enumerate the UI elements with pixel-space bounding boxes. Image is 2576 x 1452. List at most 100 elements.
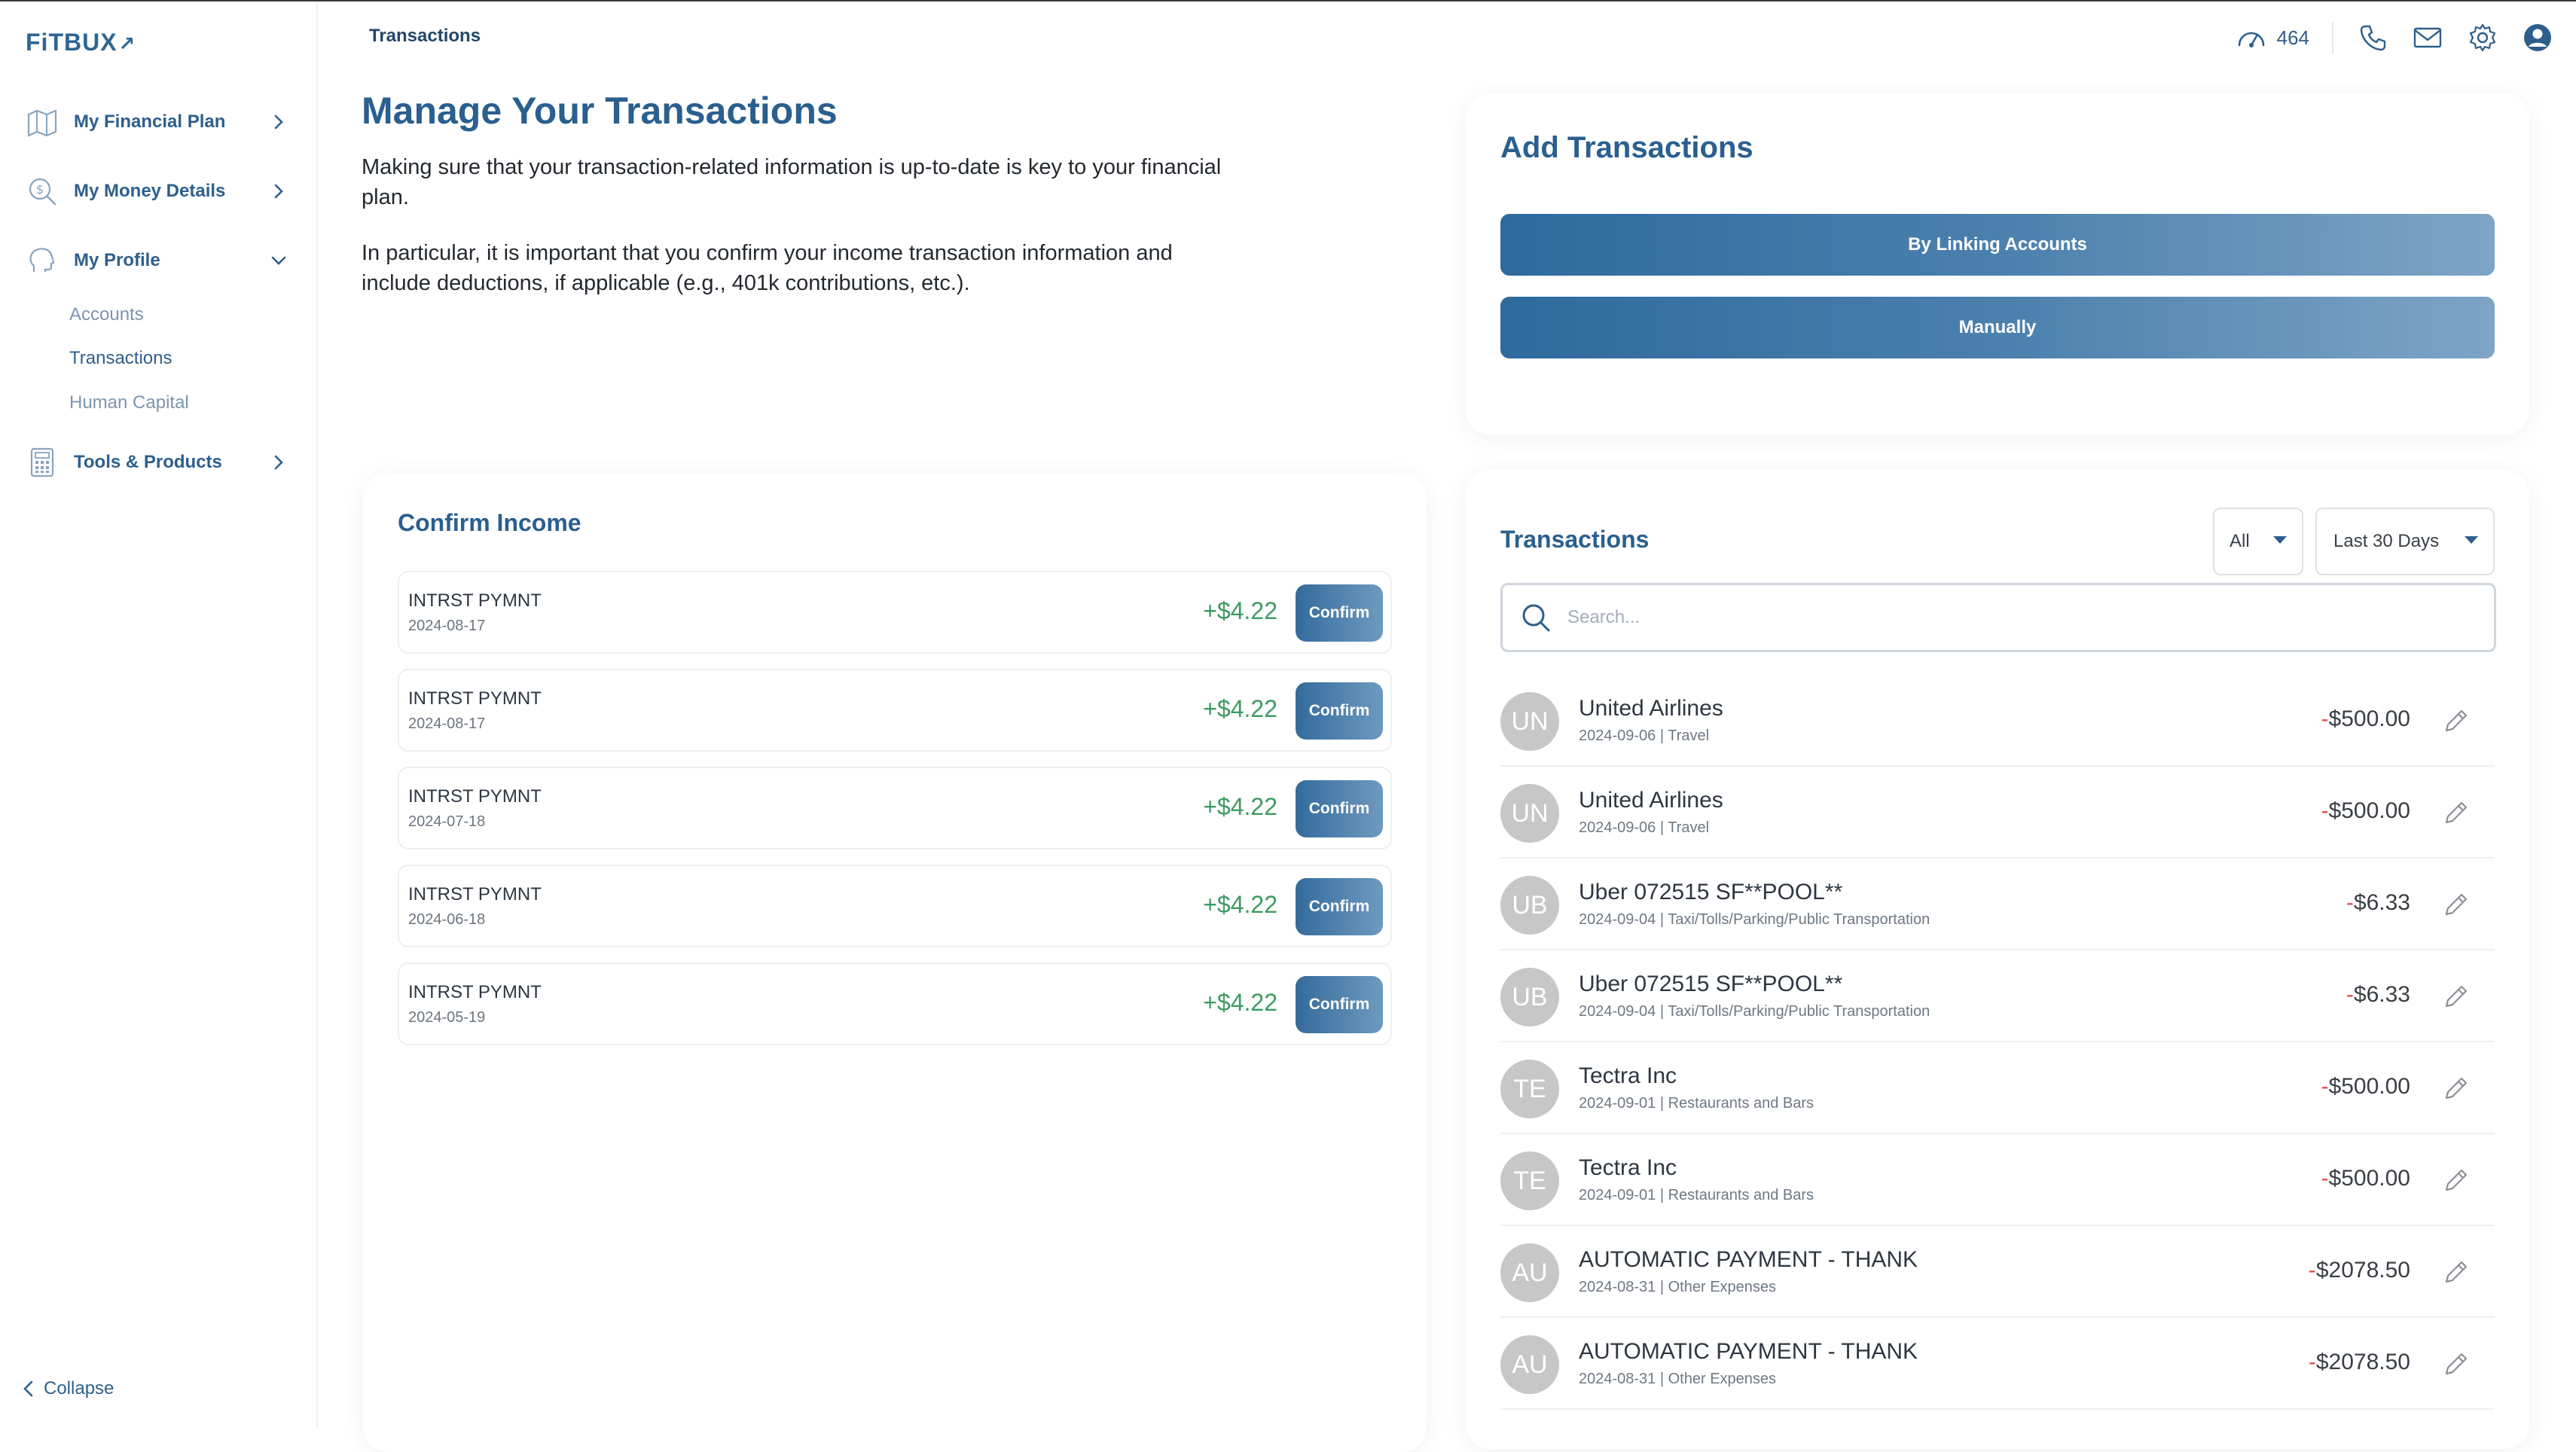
type-filter-select[interactable]: All xyxy=(2213,508,2303,575)
income-row: INTRST PYMNT 2024-08-17 +$4.22 Confirm xyxy=(398,669,1392,752)
transaction-row[interactable]: AU AUTOMATIC PAYMENT - THANK 2024-08-31 … xyxy=(1500,1316,2495,1410)
amount-value: $500.00 xyxy=(2328,1074,2410,1099)
intro-paragraph-2: In particular, it is important that you … xyxy=(362,241,1173,295)
amount-value: $6.33 xyxy=(2353,890,2410,915)
income-name: INTRST PYMNT xyxy=(408,982,542,1002)
chevron-left-icon xyxy=(23,1380,33,1397)
header-divider xyxy=(2332,22,2333,53)
pencil-edit-icon[interactable] xyxy=(2440,1348,2472,1380)
amount-sign: - xyxy=(2321,706,2329,731)
add-transactions-title: Add Transactions xyxy=(1500,131,1753,164)
fitbux-logo[interactable]: FiTBUX↗ xyxy=(26,29,136,56)
transaction-amount: -$500.00 xyxy=(2321,1074,2410,1100)
income-row: INTRST PYMNT 2024-08-17 +$4.22 Confirm xyxy=(398,571,1392,654)
pencil-edit-icon[interactable] xyxy=(2440,889,2472,920)
sidebar-item-money-details[interactable]: $ My Money Details xyxy=(26,169,304,214)
sidebar-item-label: My Financial Plan xyxy=(74,111,226,132)
income-amount: +$4.22 xyxy=(1203,793,1277,820)
transaction-name: Tectra Inc xyxy=(1579,1063,1677,1088)
sidebar-subitem-transactions[interactable]: Transactions xyxy=(69,348,172,369)
transactions-title: Transactions xyxy=(1500,526,1650,553)
confirm-button[interactable]: Confirm xyxy=(1296,878,1383,935)
confirm-button[interactable]: Confirm xyxy=(1296,780,1383,837)
chevron-right-icon xyxy=(274,455,283,470)
phone-icon[interactable] xyxy=(2356,21,2389,54)
speedometer-icon xyxy=(2238,32,2264,47)
income-name: INTRST PYMNT xyxy=(408,884,542,904)
pencil-edit-icon[interactable] xyxy=(2440,981,2472,1012)
transaction-row[interactable]: AU AUTOMATIC PAYMENT - THANK 2024-08-31 … xyxy=(1500,1225,2495,1318)
pencil-edit-icon[interactable] xyxy=(2440,797,2472,828)
merchant-avatar: UB xyxy=(1500,876,1559,935)
transaction-row[interactable]: TE Tectra Inc 2024-09-01 | Restaurants a… xyxy=(1500,1041,2495,1134)
calculator-icon xyxy=(26,446,59,479)
date-range-select[interactable]: Last 30 Days xyxy=(2315,508,2495,575)
mail-icon[interactable] xyxy=(2411,21,2444,54)
transaction-name: AUTOMATIC PAYMENT - THANK xyxy=(1579,1247,1918,1272)
sidebar-item-label: Tools & Products xyxy=(74,452,222,472)
window-top-border xyxy=(0,0,2576,2)
transaction-name: United Airlines xyxy=(1579,696,1723,721)
collapse-sidebar-button[interactable]: Collapse xyxy=(21,1378,114,1399)
transaction-amount: -$500.00 xyxy=(2321,798,2410,824)
merchant-avatar: TE xyxy=(1500,1152,1559,1210)
income-row: INTRST PYMNT 2024-07-18 +$4.22 Confirm xyxy=(398,767,1392,850)
income-amount: +$4.22 xyxy=(1203,695,1277,722)
amount-value: $500.00 xyxy=(2328,798,2410,823)
income-amount: +$4.22 xyxy=(1203,597,1277,624)
sidebar-item-my-profile[interactable]: My Profile xyxy=(26,238,304,283)
transaction-meta: 2024-08-31 | Other Expenses xyxy=(1579,1371,1777,1387)
pencil-edit-icon[interactable] xyxy=(2440,1072,2472,1104)
header-actions: 464 xyxy=(2236,17,2576,59)
transaction-row[interactable]: TE Tectra Inc 2024-09-01 | Restaurants a… xyxy=(1500,1133,2495,1226)
merchant-avatar: AU xyxy=(1500,1243,1559,1302)
transaction-row[interactable]: UB Uber 072515 SF**POOL** 2024-09-04 | T… xyxy=(1500,949,2495,1042)
pencil-edit-icon[interactable] xyxy=(2440,705,2472,737)
fitbux-score[interactable]: 464 xyxy=(2236,26,2309,50)
search-icon xyxy=(1522,604,1550,632)
link-accounts-button[interactable]: By Linking Accounts xyxy=(1500,214,2495,276)
merchant-avatar: UN xyxy=(1500,692,1559,751)
confirm-income-title: Confirm Income xyxy=(398,509,581,536)
transaction-meta: 2024-08-31 | Other Expenses xyxy=(1579,1279,1777,1295)
transaction-amount: -$6.33 xyxy=(2346,982,2410,1008)
sidebar-item-tools-products[interactable]: Tools & Products xyxy=(26,440,304,485)
transaction-name: Uber 072515 SF**POOL** xyxy=(1579,880,1843,904)
amount-sign: - xyxy=(2321,798,2329,823)
sidebar-subitem-human-capital[interactable]: Human Capital xyxy=(69,392,189,413)
income-name: INTRST PYMNT xyxy=(408,590,542,611)
chevron-right-icon xyxy=(274,114,283,130)
confirm-button[interactable]: Confirm xyxy=(1296,682,1383,740)
amount-value: $500.00 xyxy=(2328,1166,2410,1191)
income-amount: +$4.22 xyxy=(1203,891,1277,918)
transaction-meta: 2024-09-04 | Taxi/Tolls/Parking/Public T… xyxy=(1579,1003,1930,1020)
search-input[interactable] xyxy=(1566,606,2473,629)
transaction-meta: 2024-09-06 | Travel xyxy=(1579,728,1710,744)
income-date: 2024-08-17 xyxy=(408,715,486,732)
pencil-edit-icon[interactable] xyxy=(2440,1256,2472,1288)
transaction-row[interactable]: UN United Airlines 2024-09-06 | Travel -… xyxy=(1500,765,2495,859)
score-value: 464 xyxy=(2276,26,2309,49)
transaction-meta: 2024-09-01 | Restaurants and Bars xyxy=(1579,1095,1814,1112)
type-filter-value: All xyxy=(2230,531,2250,551)
transaction-row[interactable]: UB Uber 072515 SF**POOL** 2024-09-04 | T… xyxy=(1500,857,2495,950)
collapse-label: Collapse xyxy=(44,1378,114,1399)
add-manually-button[interactable]: Manually xyxy=(1500,297,2495,358)
confirm-button[interactable]: Confirm xyxy=(1296,584,1383,642)
income-row: INTRST PYMNT 2024-06-18 +$4.22 Confirm xyxy=(398,865,1392,947)
gear-icon[interactable] xyxy=(2466,21,2499,54)
transaction-row[interactable]: UN United Airlines 2024-09-06 | Travel -… xyxy=(1500,673,2495,767)
amount-sign: - xyxy=(2346,982,2354,1007)
pencil-edit-icon[interactable] xyxy=(2440,1164,2472,1196)
transactions-card: Transactions All Last 30 Days UN United … xyxy=(1466,470,2529,1449)
transaction-amount: -$2078.50 xyxy=(2309,1350,2410,1375)
income-date: 2024-08-17 xyxy=(408,618,486,634)
sidebar-item-financial-plan[interactable]: My Financial Plan xyxy=(26,99,304,145)
sidebar-item-label: My Profile xyxy=(74,250,160,270)
confirm-button[interactable]: Confirm xyxy=(1296,976,1383,1033)
income-date: 2024-05-19 xyxy=(408,1009,486,1026)
intro-paragraph-1: Making sure that your transaction-relate… xyxy=(362,155,1222,209)
sidebar-subitem-accounts[interactable]: Accounts xyxy=(69,304,144,325)
amount-value: $6.33 xyxy=(2353,982,2410,1007)
user-account-icon[interactable] xyxy=(2521,21,2554,54)
